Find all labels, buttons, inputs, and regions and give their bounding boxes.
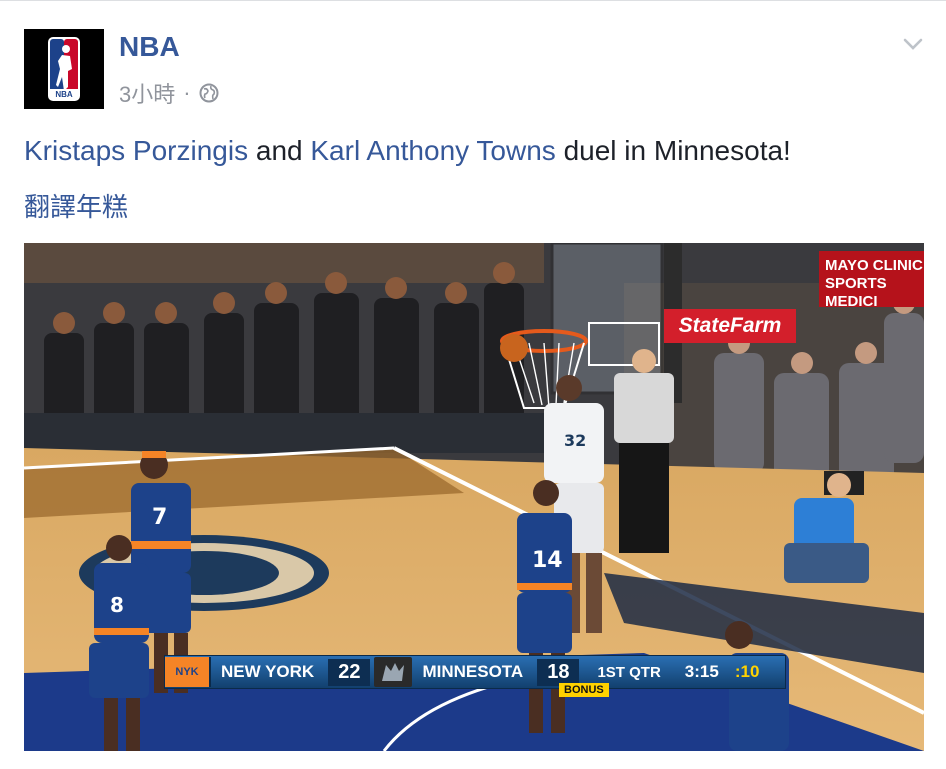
away-team-name: NEW YORK [221,662,315,681]
bonus-badge: BONUS [559,683,609,697]
post-card: NBA NBA 3小時 · Kristaps Porzingis and Kar… [0,0,946,769]
globe-icon [199,83,219,103]
jersey-number-32: 32 [564,431,587,450]
jersey-number-7: 7 [152,505,168,530]
state-farm-sign: StateFarm [664,309,796,343]
post-text: Kristaps Porzingis and Karl Anthony Town… [24,135,791,167]
see-translation-link[interactable]: 翻譯年糕 [24,187,128,224]
scorebug: NYK NEW YORK 22 MINNESOTA 18 1ST QTR 3:1… [164,655,786,689]
game-quarter: 1ST QTR [597,663,661,681]
mention-link-porzingis[interactable]: Kristaps Porzingis [24,135,248,166]
knicks-logo: NYK [165,657,211,687]
page-avatar[interactable]: NBA [24,29,104,109]
game-clock: 3:15 [684,662,719,681]
meta-separator: · [183,80,191,105]
page-name-link[interactable]: NBA [119,31,180,63]
post-meta: 3小時 · [119,77,219,109]
svg-text:NBA: NBA [55,90,73,99]
post-timestamp[interactable]: 3小時 [119,77,175,109]
shot-clock: :10 [734,662,760,681]
nba-logo: NBA [24,29,104,109]
home-team-name: MINNESOTA [422,662,524,681]
jersey-number-8: 8 [110,593,124,617]
post-text-segment: duel in Minnesota! [555,135,791,166]
home-team-score: 18 [537,658,580,686]
mention-link-towns[interactable]: Karl Anthony Towns [310,135,555,166]
video-player[interactable]: MAYO CLINIC SPORTS MEDICI StateFarm 7 8 … [24,243,924,751]
timberwolves-logo [374,657,413,687]
away-team-score: 22 [328,658,371,686]
chevron-down-icon[interactable] [900,31,926,57]
mayo-clinic-sign: MAYO CLINIC SPORTS MEDICI [819,251,924,310]
post-text-segment: and [248,135,311,166]
jersey-number-14: 14 [532,548,563,573]
